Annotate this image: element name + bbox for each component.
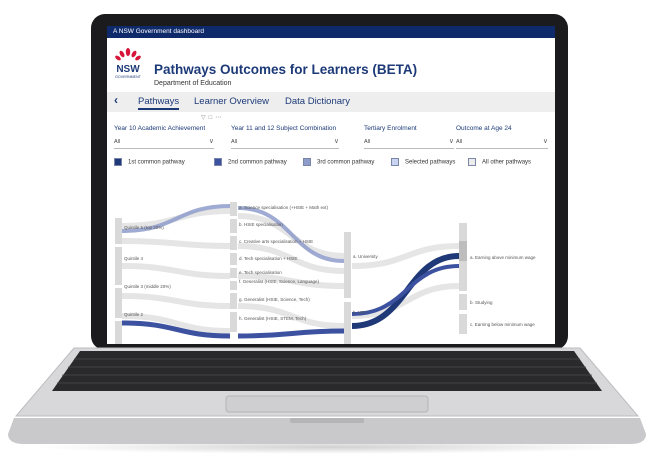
node-label: b. VET [353, 310, 367, 315]
node-label: c. Creative arts specialisation + HSIE [239, 239, 314, 244]
sankey-node-highlight [459, 241, 467, 261]
gov-banner: A NSW Government dashboard [107, 26, 555, 38]
tab-data-dictionary[interactable]: Data Dictionary [285, 96, 350, 107]
node-label: h. Generalist (HSIE, STEM, Tech) [239, 316, 307, 321]
tab-pathways[interactable]: Pathways [138, 96, 180, 110]
sankey-node[interactable] [115, 288, 122, 318]
chevron-left-icon[interactable]: ‹ [114, 93, 118, 107]
filter-label-tertiary: Tertiary Enrolment [364, 125, 417, 132]
legend-item-2nd[interactable]: 2nd common pathway [214, 158, 287, 166]
node-label: d. Tech specialisation + HSIE [239, 256, 298, 261]
sankey-node[interactable] [230, 312, 237, 332]
more-options-icon[interactable]: ⋯ [215, 115, 224, 121]
legend-swatch [114, 158, 122, 166]
node-label: g. Generalist (HSIE, Science, Tech) [239, 297, 310, 302]
legend-swatch [303, 158, 311, 166]
sankey-node[interactable] [230, 268, 237, 278]
sankey-node[interactable] [230, 293, 237, 309]
page-title: Pathways Outcomes for Learners (BETA) [154, 62, 418, 77]
trackpad [225, 395, 429, 413]
sankey-node[interactable] [344, 232, 351, 298]
sankey-node[interactable] [230, 281, 237, 290]
chevron-down-icon: ∨ [208, 138, 214, 145]
filter-select-outcome[interactable]: All ∨ [456, 136, 548, 149]
sankey-node[interactable] [459, 314, 467, 334]
node-label: a. Earning above minimum wage [470, 255, 536, 260]
flow-path [121, 263, 231, 279]
filter-label-year10: Year 10 Academic Achievement [114, 125, 206, 132]
node-label: Quintile 2 [124, 312, 144, 317]
node-label: f. Generalist (HSIE, Science, Language) [239, 279, 320, 284]
page-subtitle: Department of Education [154, 80, 232, 87]
sankey-node[interactable] [230, 236, 237, 250]
filter-select-year10[interactable]: All ∨ [114, 136, 214, 149]
legend-item-selected[interactable]: Selected pathways [391, 158, 455, 166]
sankey-node[interactable] [230, 202, 237, 216]
chevron-down-icon: ∨ [448, 138, 454, 145]
nav-tabs: ‹ Pathways Learner Overview Data Diction… [107, 92, 555, 112]
legend-item-3rd[interactable]: 3rd common pathway [303, 158, 374, 166]
sankey-node[interactable] [115, 321, 122, 344]
node-label: e. Tech specialisation [239, 270, 282, 275]
sankey-node[interactable] [230, 253, 237, 265]
sankey-node[interactable] [459, 294, 467, 310]
legend-item-other[interactable]: All other pathways [468, 158, 531, 166]
filter-label-outcome: Outcome at Age 24 [456, 125, 512, 132]
visual-toolbar: ▽□⋯ [201, 114, 224, 121]
sankey-flows [121, 204, 460, 339]
lid-notch [290, 418, 364, 423]
sankey-node[interactable] [344, 302, 351, 344]
filter-icon[interactable]: ▽ [201, 115, 209, 121]
legend-item-1st[interactable]: 1st common pathway [114, 158, 185, 166]
node-label: a. University [353, 254, 378, 259]
logo-wordmark: NSW [116, 64, 140, 75]
node-label: a. Science specialisation (+HSIE + Math … [239, 205, 329, 210]
legend-swatch [391, 158, 399, 166]
legend-swatch [468, 158, 476, 166]
node-label: b. Studying [470, 300, 493, 305]
filter-label-subject: Year 11 and 12 Subject Combination [231, 125, 337, 132]
tab-learner-overview[interactable]: Learner Overview [194, 96, 269, 107]
nsw-logo: NSW GOVERNMENT [115, 48, 142, 79]
node-label: Quintile 4 [124, 256, 144, 261]
chevron-down-icon: ∨ [333, 138, 339, 145]
node-label: Quintile 3 (middle 20%) [124, 284, 171, 289]
flow-path-2nd [237, 328, 345, 339]
node-label: b. HSIE specialisation [239, 222, 283, 227]
flow-path [121, 238, 231, 249]
sankey-node[interactable] [115, 247, 122, 285]
node-label: c. Earning below minimum wage [470, 322, 535, 327]
legend-swatch [214, 158, 222, 166]
laptop-base [8, 347, 646, 444]
filter-select-subject[interactable]: All ∨ [231, 136, 339, 149]
node-label: Quintile 5 (top 20%) [124, 225, 164, 230]
chevron-down-icon: ∨ [542, 138, 548, 145]
flow-path [121, 293, 231, 309]
laptop-screen: A NSW Government dashboard NSW GOVERNMEN… [107, 26, 555, 344]
sankey-node[interactable] [230, 219, 237, 233]
sankey-node[interactable] [115, 218, 122, 244]
keyboard [52, 351, 602, 391]
logo-subtext: GOVERNMENT [115, 75, 142, 79]
filter-select-tertiary[interactable]: All ∨ [364, 136, 454, 149]
